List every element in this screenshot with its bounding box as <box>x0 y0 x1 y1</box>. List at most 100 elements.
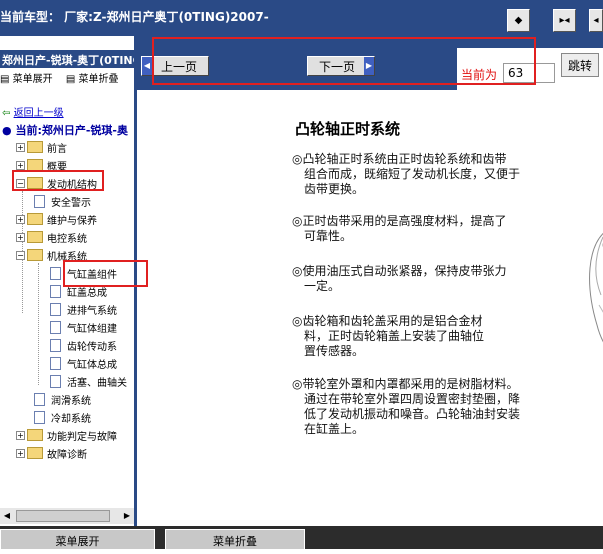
tree-item-maintenance[interactable]: + 维护与保养 <box>16 210 97 228</box>
tree-item-label: 气缸体总成 <box>67 359 117 371</box>
current-page-label: 当前为 <box>461 68 498 82</box>
paragraph-line: ◎正时齿带采用的是高强度材料，提高了 <box>292 214 507 228</box>
back-link-label[interactable]: 返回上一级 <box>14 108 64 119</box>
tree-item-label: 进排气系统 <box>67 305 117 317</box>
tree-item-label: 前言 <box>47 143 67 155</box>
tree-expand-all[interactable]: 菜单展开 <box>13 70 53 85</box>
engine-illustration-fragment <box>589 233 603 343</box>
tree-item-lubrication[interactable]: 润滑系统 <box>34 390 91 408</box>
current-location-label: 当前:郑州日产-锐琪-奥 <box>15 124 128 137</box>
tree-item-label: 气缸体组建 <box>67 323 117 335</box>
tree-item-overview[interactable]: + 概要 <box>16 156 67 174</box>
tree-item-engine-structure[interactable]: − 发动机结构 <box>16 174 97 192</box>
dock-right-icon: ◂ <box>593 15 599 26</box>
paragraph-line: 低了发动机振动和噪音。凸轮轴油封安装 <box>304 407 521 421</box>
tree-item-intake-exhaust[interactable]: 进排气系统 <box>50 300 117 318</box>
tree-item-label: 安全警示 <box>51 197 91 209</box>
paragraph-line: ◎凸轮轴正时系统由正时齿轮系统和齿带 <box>292 152 507 166</box>
tree-item-mechanical[interactable]: − 机械系统 <box>16 246 87 264</box>
tree-item-label: 电控系统 <box>47 233 87 245</box>
folder-icon <box>27 231 43 243</box>
back-link[interactable]: ⇦ 返回上一级 <box>2 104 64 119</box>
paragraph: ◎齿轮箱和齿轮盖采用的是铝合金材 料，正时齿轮箱盖上安装了曲轴位 置传感器。 <box>292 314 582 359</box>
bottom-expand-button[interactable]: 菜单展开 <box>0 529 155 549</box>
tree-collapse-all[interactable]: 菜单折叠 <box>78 70 118 85</box>
page-icon <box>34 410 45 424</box>
tree-item-cylinder-block-assembly[interactable]: 气缸体总成 <box>50 354 117 372</box>
scroll-right-icon[interactable]: ▶ <box>120 508 134 524</box>
location-pin-icon: ● <box>2 124 12 137</box>
tree-item-label: 活塞、曲轴关 <box>67 377 127 389</box>
expand-toggle-icon[interactable]: + <box>16 142 25 152</box>
tree-item-preface[interactable]: + 前言 <box>16 138 67 156</box>
dock-left-button[interactable]: ◆ <box>507 9 530 32</box>
tree-item-ecu[interactable]: + 电控系统 <box>16 228 87 246</box>
current-vehicle-label: 当前车型： 厂家:Z-郑州日产奥丁(0TING)2007- <box>0 10 269 24</box>
expand-toggle-icon[interactable]: + <box>16 430 25 440</box>
tree-item-label: 故障诊断 <box>47 449 87 461</box>
scrollbar-thumb[interactable] <box>16 510 110 522</box>
page-icon <box>50 338 61 352</box>
dock-right-button[interactable]: ◂ <box>589 9 603 32</box>
bottom-bar: 菜单展开 菜单折叠 <box>0 526 603 549</box>
paragraph-line: 料，正时齿轮箱盖上安装了曲轴位 <box>304 329 485 343</box>
tree-item-label: 冷却系统 <box>51 413 91 425</box>
expand-all-icon[interactable]: ▤ <box>0 74 9 85</box>
jump-button[interactable]: 跳转 <box>561 53 599 77</box>
expand-toggle-icon[interactable]: + <box>16 160 25 170</box>
paragraph-line: 齿带更换。 <box>304 182 365 196</box>
next-page-button[interactable]: 下一页 ▶ <box>307 56 375 76</box>
tree-guide-line <box>38 263 39 385</box>
tree-item-cylinder-block-set[interactable]: 气缸体组建 <box>50 318 117 336</box>
expand-toggle-icon[interactable]: + <box>16 448 25 458</box>
prev-page-button[interactable]: ◀ 上一页 <box>141 56 209 76</box>
bottom-collapse-button[interactable]: 菜单折叠 <box>165 529 305 549</box>
page-title: 凸轮轴正时系统 <box>295 120 401 138</box>
split-view-button[interactable]: ▸◂ <box>553 9 576 32</box>
expand-toggle-icon[interactable]: + <box>16 214 25 224</box>
page-icon <box>34 392 45 406</box>
tree-item-cooling[interactable]: 冷却系统 <box>34 408 91 426</box>
paragraph-line: ◎使用油压式自动张紧器，保持皮带张力 <box>292 264 507 278</box>
current-location: ● 当前:郑州日产-锐琪-奥 <box>2 122 136 138</box>
tree-item-piston-crankshaft[interactable]: 活塞、曲轴关 <box>50 372 127 390</box>
page-icon <box>50 266 61 280</box>
paragraph-line: 组合而成，既缩短了发动机长度，又便于 <box>304 167 521 181</box>
collapse-toggle-icon[interactable]: − <box>16 178 25 188</box>
folder-icon <box>27 159 43 171</box>
paragraph-line: ◎齿轮箱和齿轮盖采用的是铝合金材 <box>292 314 483 328</box>
scroll-left-icon[interactable]: ◀ <box>0 508 14 524</box>
paragraph-line: ◎带轮室外罩和内罩都采用的是树脂材料。 <box>292 377 519 391</box>
tree-item-safety[interactable]: 安全警示 <box>34 192 91 210</box>
page-number-input[interactable] <box>503 63 555 83</box>
back-arrow-icon: ⇦ <box>2 108 11 119</box>
collapse-all-icon[interactable]: ▤ <box>66 74 75 85</box>
tree-item-label: 气缸盖组件 <box>67 269 117 281</box>
tree-item-cylinder-head[interactable]: 气缸盖组件 <box>50 264 117 282</box>
paragraph: ◎正时齿带采用的是高强度材料，提高了 可靠性。 <box>292 214 582 244</box>
tree-item-label: 概要 <box>47 161 67 173</box>
paragraph-line: 置传感器。 <box>304 344 365 358</box>
tree-item-label: 发动机结构 <box>47 179 97 191</box>
prev-arrow-icon: ◀ <box>142 57 152 75</box>
paragraph: ◎带轮室外罩和内罩都采用的是树脂材料。 通过在带轮室外罩四周设置密封垫圈，降 低… <box>292 377 582 437</box>
content-pane: 凸轮轴正时系统 ◎凸轮轴正时系统由正时齿轮系统和齿带 组合而成，既缩短了发动机长… <box>137 90 603 526</box>
tree-item-label: 齿轮传动系 <box>67 341 117 353</box>
page-icon <box>50 302 61 316</box>
expand-toggle-icon[interactable]: + <box>16 232 25 242</box>
paragraph-line: 可靠性。 <box>304 229 353 243</box>
page-jump-box: 当前为 跳转 <box>457 48 603 90</box>
tree-item-head-assembly[interactable]: 缸盖总成 <box>50 282 107 300</box>
tree-item-gear-drive[interactable]: 齿轮传动系 <box>50 336 117 354</box>
tree-toolbar: ▤ 菜单展开 ▤ 菜单折叠 <box>0 70 134 86</box>
tree-item-diagnosis[interactable]: + 故障诊断 <box>16 444 87 462</box>
tree-item-function-check[interactable]: + 功能判定与故障 <box>16 426 117 444</box>
paragraph-line: 通过在带轮室外罩四周设置密封垫圈，降 <box>304 392 521 406</box>
tree-item-label: 润滑系统 <box>51 395 91 407</box>
prev-page-label: 上一页 <box>160 59 197 74</box>
collapse-toggle-icon[interactable]: − <box>16 250 25 260</box>
tree-item-label: 功能判定与故障 <box>47 431 117 443</box>
horizontal-scrollbar[interactable]: ◀ ▶ <box>0 508 134 524</box>
next-page-label: 下一页 <box>318 59 355 74</box>
page-icon <box>50 356 61 370</box>
